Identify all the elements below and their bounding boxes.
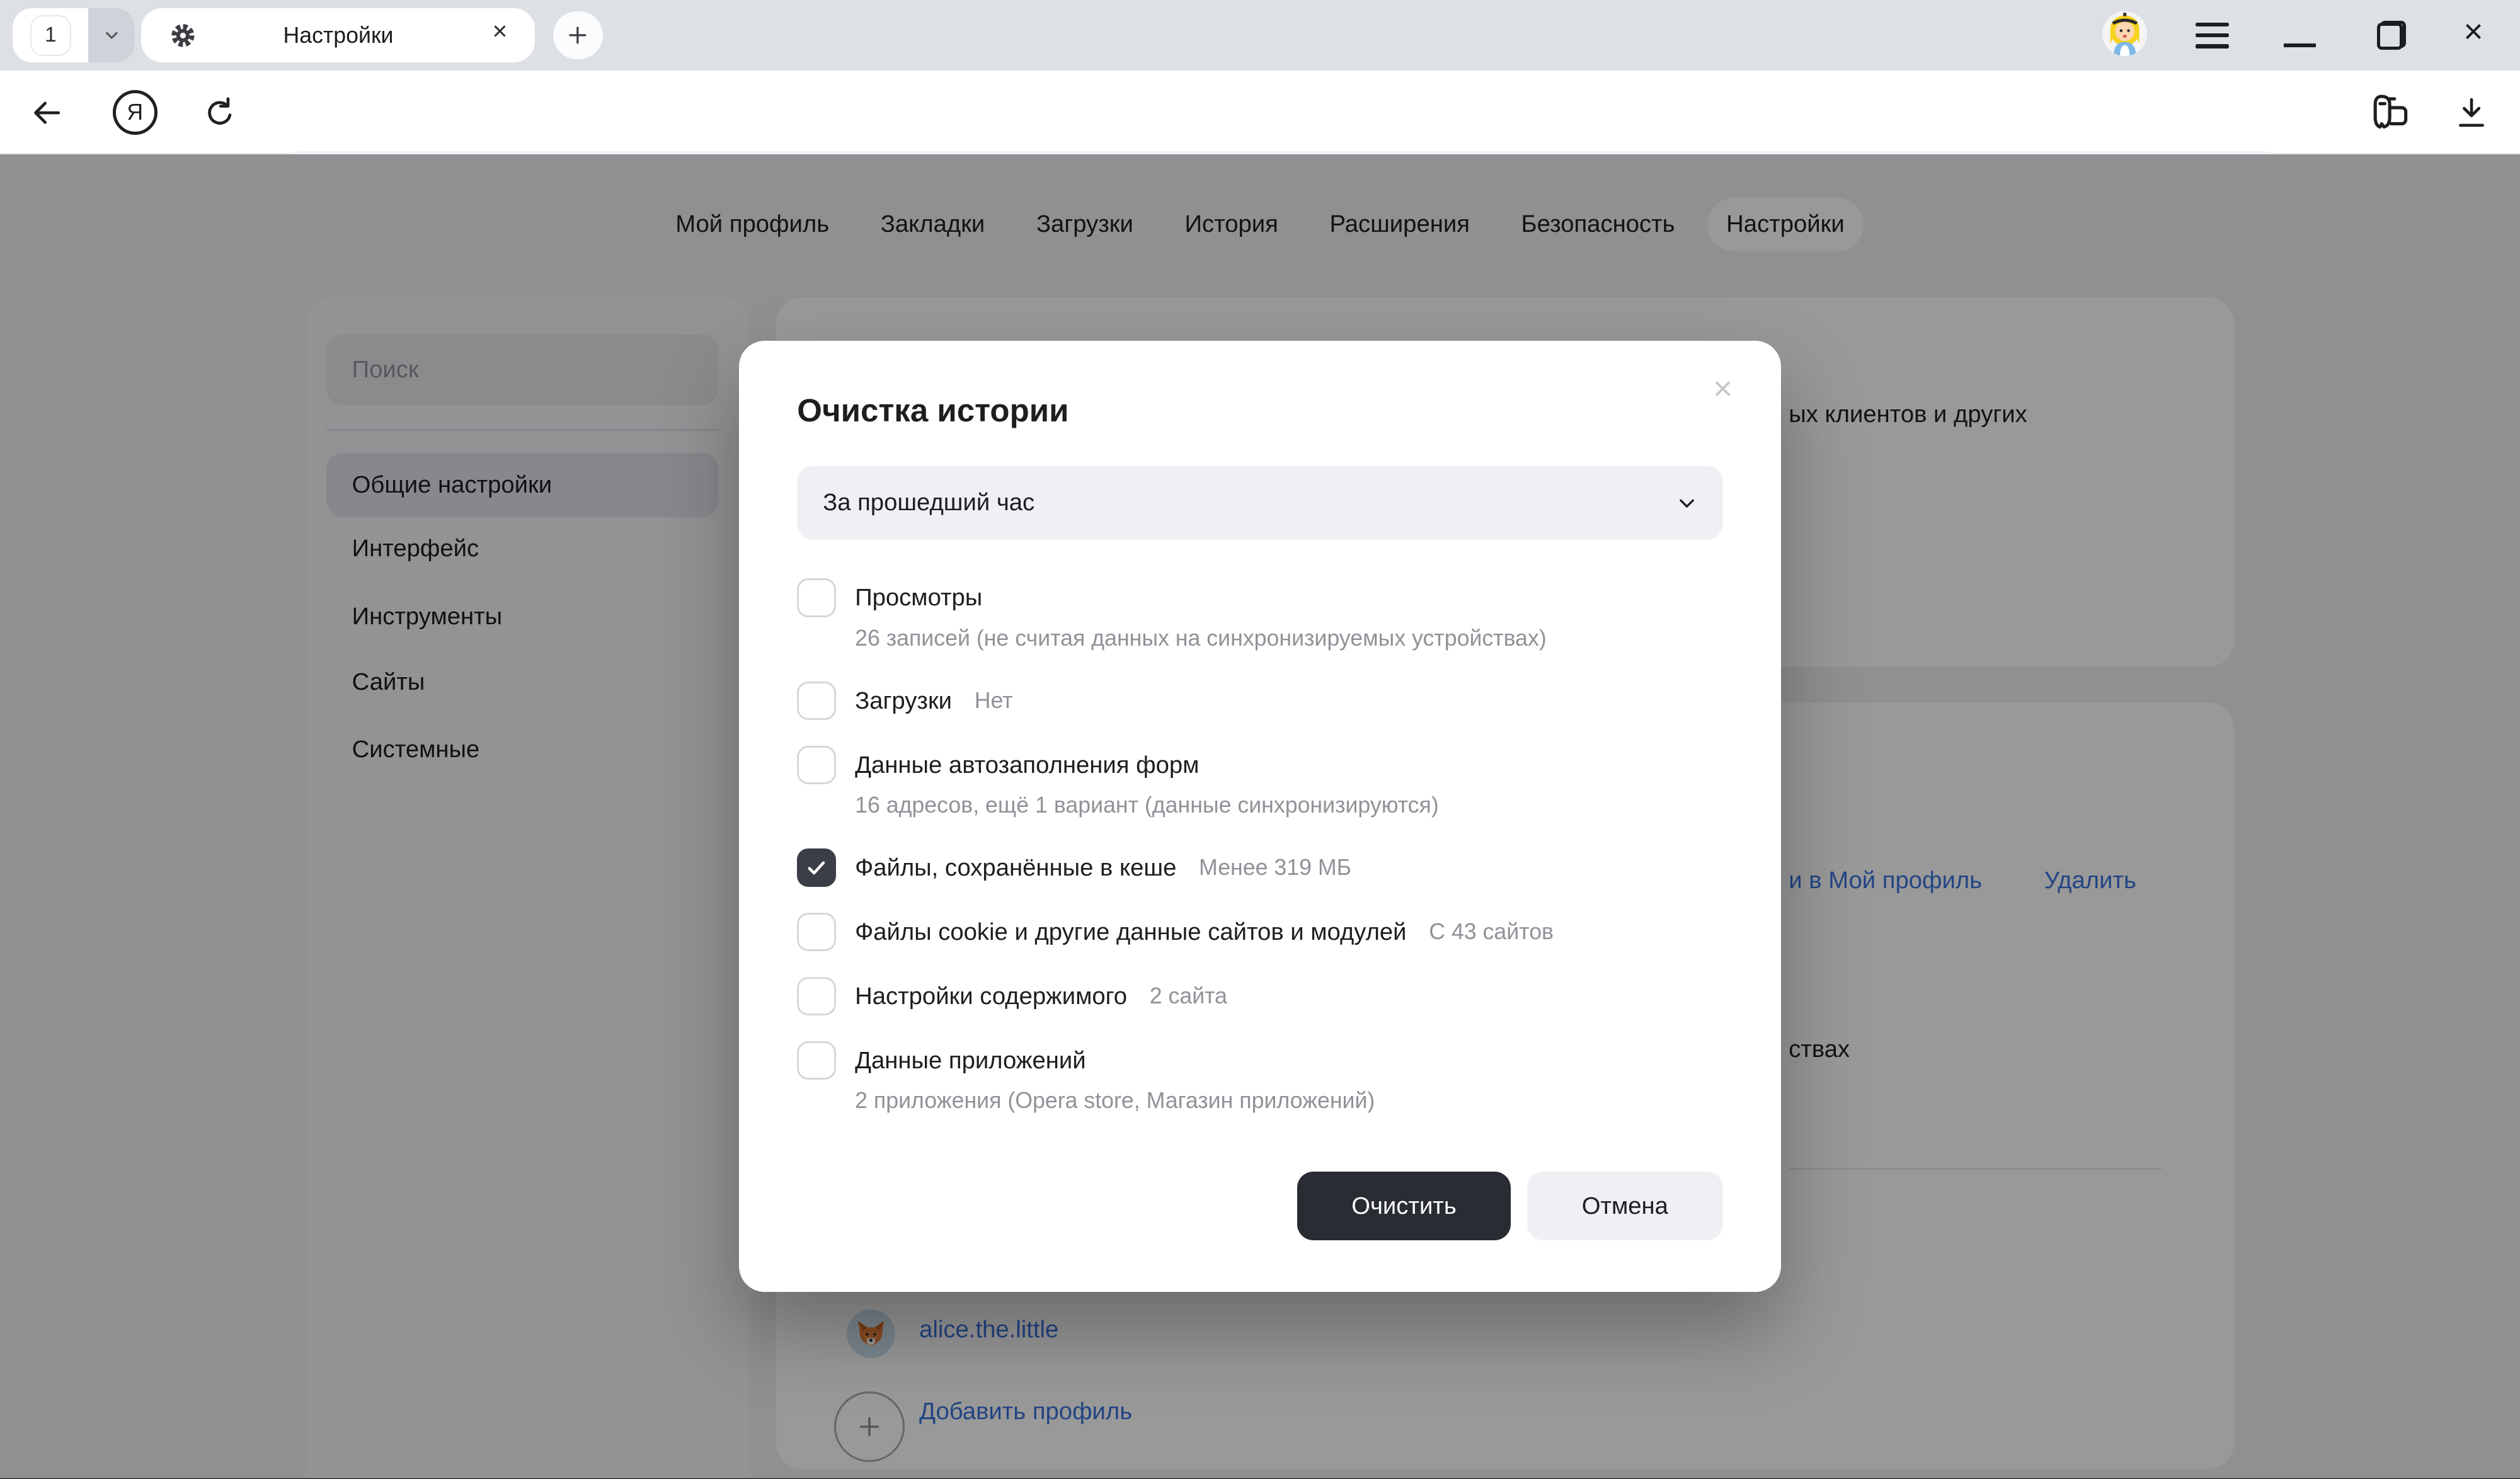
list-item: Файлы cookie и другие данные сайтов и мо… bbox=[797, 913, 1722, 951]
tab-counter-value: 1 bbox=[30, 15, 71, 56]
navigation-toolbar: Я Y settings Настройки bbox=[0, 71, 2520, 154]
close-tab-icon[interactable]: × bbox=[484, 16, 516, 46]
password-manager-button[interactable] bbox=[2362, 71, 2417, 154]
tab-title: Настройки bbox=[141, 23, 535, 49]
tab-list-dropdown[interactable] bbox=[88, 8, 135, 63]
tab-counter-control[interactable]: 1 bbox=[13, 8, 135, 63]
list-item: Данные автозаполнения форм 16 адресов, е… bbox=[797, 746, 1722, 823]
close-window-button[interactable]: × bbox=[2454, 13, 2492, 51]
checkbox-cookies[interactable] bbox=[797, 913, 835, 951]
yandex-menu-button[interactable]: Я bbox=[111, 71, 159, 154]
key-icon bbox=[2369, 93, 2410, 132]
tab-counter[interactable]: 1 bbox=[13, 8, 88, 63]
restore-window-button[interactable] bbox=[2377, 21, 2406, 50]
new-tab-button[interactable] bbox=[553, 11, 603, 60]
checkbox-cache[interactable] bbox=[797, 848, 835, 887]
checkmark-icon bbox=[805, 857, 828, 879]
alice-avatar-icon bbox=[2102, 11, 2147, 56]
list-item: Настройки содержимого 2 сайта bbox=[797, 977, 1722, 1015]
downloads-button[interactable] bbox=[2446, 71, 2498, 154]
browser-menu-button[interactable] bbox=[2196, 23, 2230, 49]
period-select-value: За прошедший час bbox=[823, 489, 1034, 517]
clear-button[interactable]: Очистить bbox=[1297, 1172, 1511, 1241]
dialog-buttons: Очистить Отмена bbox=[1297, 1172, 1723, 1241]
cancel-button[interactable]: Отмена bbox=[1527, 1172, 1723, 1241]
plus-icon bbox=[566, 24, 589, 47]
checkbox-app-data[interactable] bbox=[797, 1041, 835, 1080]
back-arrow-icon bbox=[29, 95, 64, 130]
reload-icon bbox=[202, 95, 238, 130]
list-item: Просмотры 26 записей (не считая данных н… bbox=[797, 578, 1722, 655]
back-button[interactable] bbox=[23, 71, 71, 154]
list-item: Загрузки Нет bbox=[797, 682, 1722, 720]
checkbox-autofill[interactable] bbox=[797, 746, 835, 784]
browser-profile-avatar[interactable] bbox=[2102, 11, 2147, 56]
period-select[interactable]: За прошедший час bbox=[797, 466, 1722, 540]
minimize-window-button[interactable] bbox=[2284, 43, 2316, 47]
browser-window: 1 Настройки × bbox=[0, 0, 2520, 1478]
tab-bar: 1 Настройки × bbox=[0, 0, 2520, 71]
download-icon bbox=[2454, 95, 2489, 130]
checkbox-views[interactable] bbox=[797, 578, 835, 617]
yandex-logo-icon: Я bbox=[113, 90, 158, 135]
reload-button[interactable] bbox=[196, 71, 244, 154]
close-dialog-icon[interactable]: × bbox=[1704, 370, 1742, 408]
chevron-down-icon bbox=[1676, 493, 1697, 513]
dialog-title: Очистка истории bbox=[797, 392, 1068, 429]
list-item: Файлы, сохранённые в кеше Менее 319 МБ bbox=[797, 848, 1722, 887]
list-item: Данные приложений 2 приложения (Opera st… bbox=[797, 1041, 1722, 1118]
clear-history-dialog: Очистка истории × За прошедший час Просм… bbox=[739, 341, 1780, 1292]
checkbox-content-settings[interactable] bbox=[797, 977, 835, 1015]
checkbox-downloads[interactable] bbox=[797, 682, 835, 720]
chevron-down-icon bbox=[102, 26, 122, 45]
history-item-list: Просмотры 26 записей (не считая данных н… bbox=[797, 578, 1722, 1144]
browser-tab-settings[interactable]: Настройки × bbox=[141, 8, 535, 63]
